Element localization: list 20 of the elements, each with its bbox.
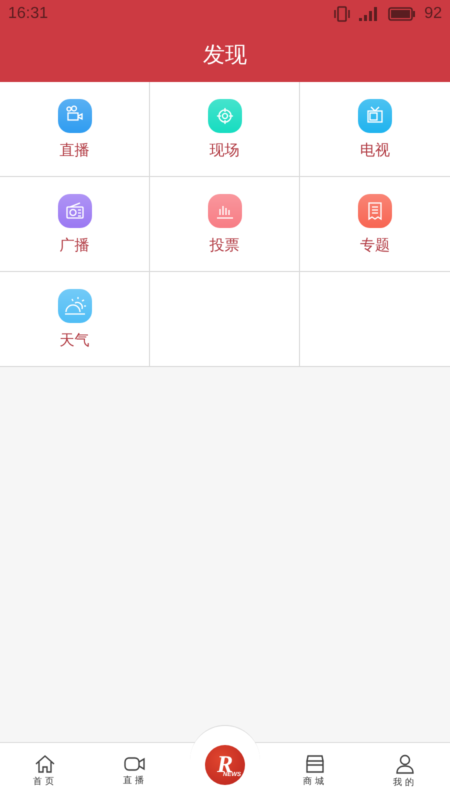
vibrate-icon <box>334 6 350 22</box>
battery-level: 92 <box>424 5 442 23</box>
grid-item[interactable]: 投票 <box>150 177 300 272</box>
grid-item[interactable]: 广播 <box>0 177 150 272</box>
grid-item[interactable]: 现场 <box>150 82 300 177</box>
grid-item[interactable]: 专题 <box>300 177 450 272</box>
status-time: 16:31 <box>8 5 48 23</box>
grid-item[interactable]: 天气 <box>0 272 150 366</box>
tab-item[interactable]: 直播 <box>90 743 180 800</box>
grid-item[interactable]: 直播 <box>0 82 150 177</box>
video-camera-icon <box>124 756 146 772</box>
home-icon <box>35 755 55 773</box>
user-icon <box>396 754 414 774</box>
page-title: 发现 <box>202 42 248 70</box>
tab-item[interactable]: 我的 <box>360 743 450 800</box>
tab-item[interactable]: 商城 <box>270 743 360 800</box>
grid-item[interactable]: 电视 <box>300 82 450 177</box>
battery-icon <box>388 6 416 22</box>
tab-item[interactable]: 首页 <box>0 743 90 800</box>
shop-icon <box>305 755 325 773</box>
